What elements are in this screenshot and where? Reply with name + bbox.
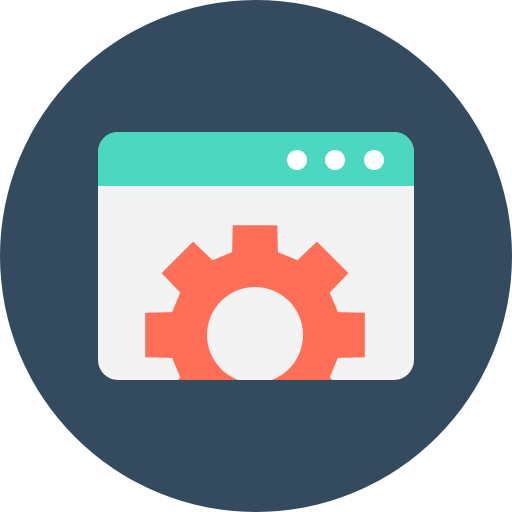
window-controls: [287, 150, 384, 170]
gear-center-hole: [207, 287, 303, 380]
window-dot-1-icon: [287, 150, 307, 170]
icon-graphic: [0, 0, 512, 512]
window-dot-2-icon: [325, 150, 345, 170]
window-dot-3-icon: [364, 150, 384, 170]
browser-settings-icon: [0, 0, 512, 512]
